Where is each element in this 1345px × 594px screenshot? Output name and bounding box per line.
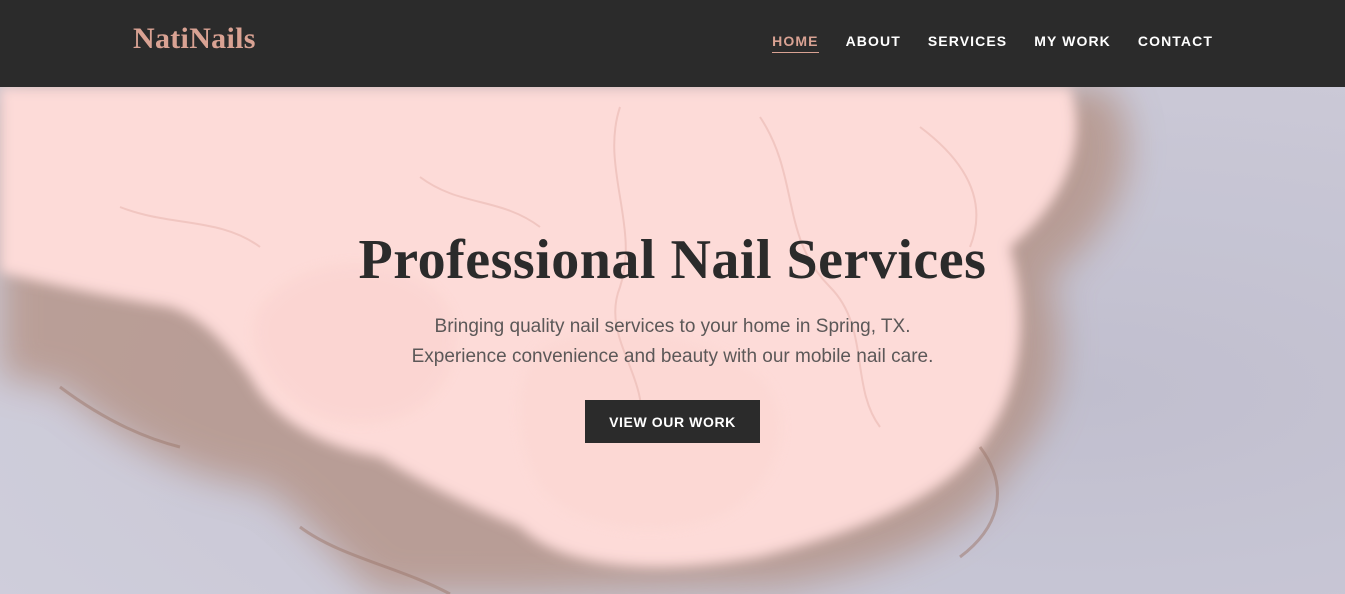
brand-logo[interactable]: NatiNails [133,22,256,56]
nav-link-home[interactable]: HOME [772,33,819,53]
hero-section: Professional Nail Services Bringing qual… [0,87,1345,594]
nav-link-contact[interactable]: CONTACT [1138,33,1213,53]
hero-subtitle-line-1: Bringing quality nail services to your h… [434,316,911,337]
hero-overlay [0,87,1345,594]
hero-subtitle-line-2: Experience convenience and beauty with o… [411,346,934,367]
nav-menu: HOME ABOUT SERVICES MY WORK CONTACT [772,33,1213,53]
navbar: NatiNails HOME ABOUT SERVICES MY WORK CO… [0,0,1345,87]
nav-link-my-work[interactable]: MY WORK [1034,33,1111,53]
nav-link-about[interactable]: ABOUT [846,33,901,53]
view-our-work-button[interactable]: VIEW OUR WORK [585,400,760,443]
hero-title: Professional Nail Services [358,229,987,291]
nav-link-services[interactable]: SERVICES [928,33,1007,53]
